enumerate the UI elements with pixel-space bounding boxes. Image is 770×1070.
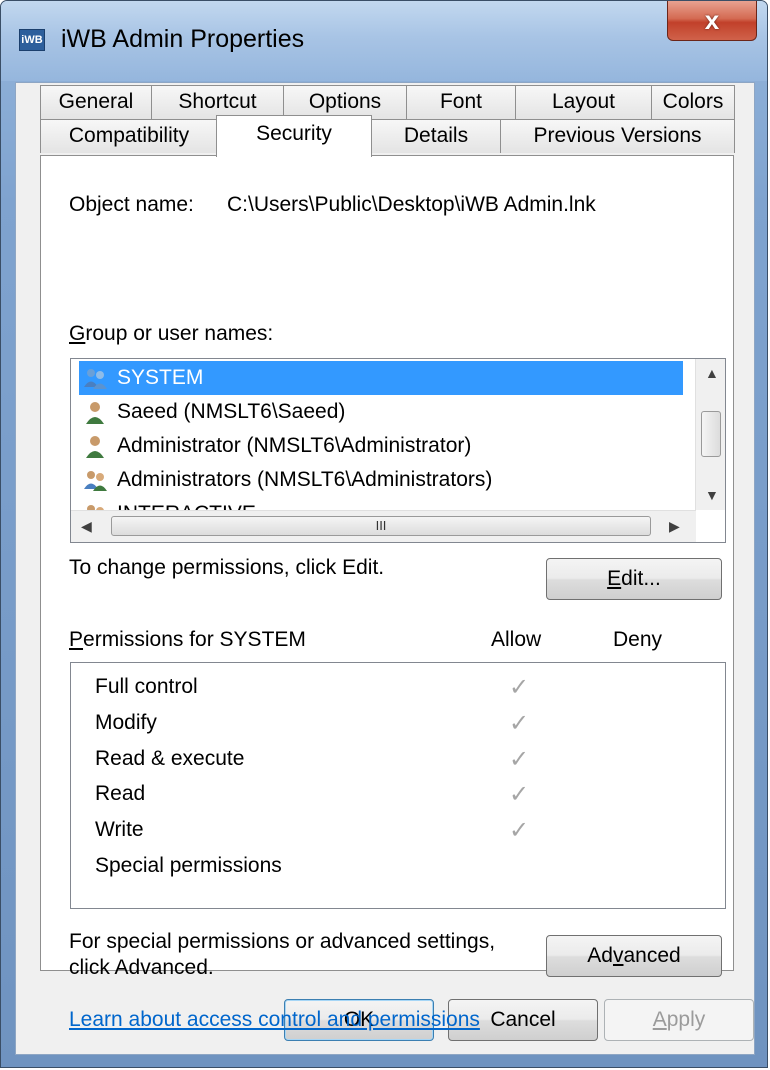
perm-full-control: Full control	[95, 675, 198, 698]
scroll-left-arrow-icon[interactable]: ◀	[81, 518, 92, 535]
tab-previous-versions[interactable]: Previous Versions	[500, 119, 735, 153]
allow-check-icon: ✓	[509, 674, 530, 701]
tab-shortcut[interactable]: Shortcut	[151, 85, 284, 119]
horizontal-scroll-thumb[interactable]: III	[111, 516, 651, 536]
close-button[interactable]: x	[667, 1, 757, 41]
close-icon: x	[704, 5, 720, 35]
object-name-value: C:\Users\Public\Desktop\iWB Admin.lnk	[227, 193, 596, 216]
list-item-system[interactable]: SYSTEM	[79, 361, 683, 395]
tab-details[interactable]: Details	[371, 119, 501, 153]
tab-security[interactable]: Security	[216, 115, 372, 157]
perm-modify: Modify	[95, 711, 157, 734]
allow-column-header: Allow	[491, 628, 542, 651]
list-item-administrator[interactable]: Administrator (NMSLT6\Administrator)	[79, 429, 683, 463]
advanced-button[interactable]: Advanced	[546, 935, 722, 977]
group-user-listbox[interactable]: SYSTEM Saeed (NMSLT6\Saeed) Administrato…	[70, 358, 726, 543]
list-item-administrators[interactable]: Administrators (NMSLT6\Administrators)	[79, 463, 683, 497]
allow-check-icon: ✓	[509, 817, 530, 844]
list-vertical-scrollbar[interactable]: ▲ ▼	[695, 359, 725, 510]
apply-button[interactable]: Apply	[604, 999, 754, 1041]
vertical-scroll-thumb[interactable]	[701, 411, 721, 457]
tab-options[interactable]: Options	[283, 85, 407, 119]
window-title: iWB Admin Properties	[61, 25, 305, 53]
allow-check-icon: ✓	[509, 781, 530, 808]
tab-font[interactable]: Font	[406, 85, 516, 119]
security-tab-panel: Object name: C:\Users\Public\Desktop\iWB…	[40, 155, 734, 1031]
user-icon	[86, 436, 104, 458]
app-icon: iWB	[19, 29, 45, 51]
allow-check-icon: ✓	[509, 746, 530, 773]
perm-write: Write	[95, 818, 144, 841]
scroll-down-arrow-icon[interactable]: ▼	[705, 487, 719, 503]
tab-layout[interactable]: Layout	[515, 85, 652, 119]
dialog-client-area: General Shortcut Options Font Layout Col…	[15, 82, 755, 1055]
list-item-saeed[interactable]: Saeed (NMSLT6\Saeed)	[79, 395, 683, 429]
allow-check-icon: ✓	[509, 710, 530, 737]
group-users-icon	[84, 369, 107, 389]
advanced-hint-line1: For special permissions or advanced sett…	[69, 930, 496, 953]
permissions-list: Full control ✓ Modify ✓ Read & execute ✓…	[70, 662, 726, 909]
tab-colors[interactable]: Colors	[651, 85, 735, 119]
permissions-for-label: Permissions for SYSTEM	[69, 628, 306, 651]
perm-special: Special permissions	[95, 854, 282, 877]
change-permissions-hint: To change permissions, click Edit.	[69, 556, 385, 579]
tab-compatibility[interactable]: Compatibility	[40, 119, 218, 153]
learn-access-control-link[interactable]: Learn about access control and permissio…	[69, 1008, 480, 1032]
user-icon	[86, 402, 104, 424]
properties-window: iWB iWB Admin Properties x General Short…	[0, 0, 768, 1068]
tab-general[interactable]: General	[40, 85, 152, 119]
list-horizontal-scrollbar[interactable]: ◀ III ▶	[71, 510, 696, 542]
advanced-hint-line2: click Advanced.	[69, 956, 214, 979]
scroll-up-arrow-icon[interactable]: ▲	[705, 365, 719, 381]
perm-read: Read	[95, 782, 146, 805]
perm-read-execute: Read & execute	[95, 747, 245, 770]
group-users-icon	[84, 471, 107, 491]
deny-column-header: Deny	[613, 628, 663, 651]
title-bar[interactable]: iWB iWB Admin Properties x	[1, 1, 767, 81]
scroll-right-arrow-icon[interactable]: ▶	[669, 518, 680, 535]
group-names-label: Group or user names:	[69, 322, 274, 345]
edit-button[interactable]: Edit...	[546, 558, 722, 600]
object-name-label: Object name:	[69, 193, 194, 216]
